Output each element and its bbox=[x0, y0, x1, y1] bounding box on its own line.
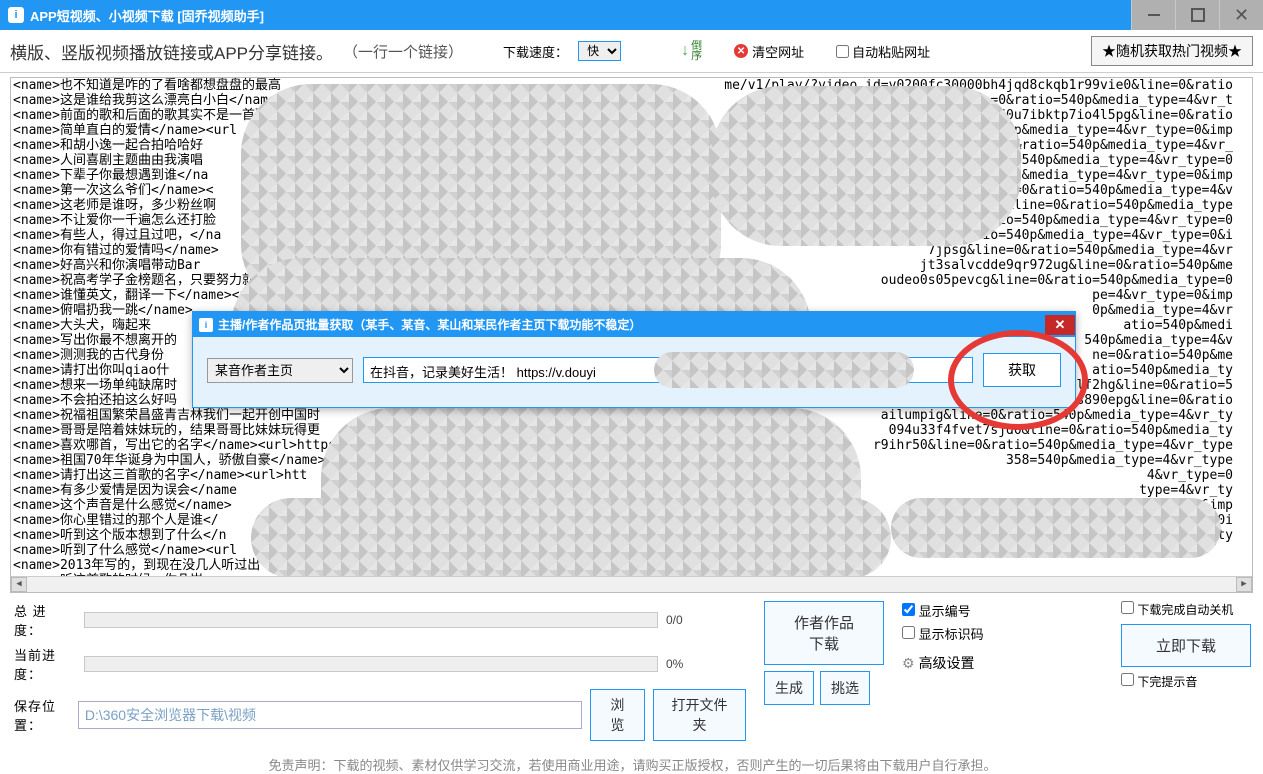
batch-fetch-dialog: i 主播/作者作品页批量获取（某手、某音、某山和某民作者主页下载功能不稳定） ✕… bbox=[192, 311, 1076, 408]
open-folder-button[interactable]: 打开文件夹 bbox=[653, 689, 746, 741]
maximize-button[interactable] bbox=[1175, 0, 1219, 30]
clear-icon: ✕ bbox=[734, 44, 748, 58]
dialog-icon: i bbox=[199, 318, 213, 332]
clear-label: 清空网址 bbox=[752, 42, 804, 61]
horizontal-scrollbar[interactable]: ◀ ▶ bbox=[11, 576, 1252, 592]
author-url-input[interactable]: 在抖音，记录美好生活！ https://v.douyi bbox=[363, 357, 973, 383]
minimize-button[interactable] bbox=[1131, 0, 1175, 30]
sort-button[interactable]: ↓ 倒序 bbox=[681, 41, 702, 61]
current-progress-label: 当前进度： bbox=[14, 645, 76, 683]
random-hot-button[interactable]: ★随机获取热门视频★ bbox=[1091, 36, 1253, 66]
toolbar-hint-sub: （一行一个链接） bbox=[343, 41, 463, 62]
autopaste-checkbox[interactable]: 自动粘贴网址 bbox=[836, 42, 930, 61]
save-path-input[interactable]: D:\360安全浏览器下载\视频 bbox=[78, 701, 582, 729]
total-progress-value: 0/0 bbox=[666, 613, 700, 627]
dialog-title: 主播/作者作品页批量获取（某手、某音、某山和某民作者主页下载功能不稳定） bbox=[218, 316, 641, 333]
speed-label: 下载速度： bbox=[503, 42, 568, 61]
autopaste-input[interactable] bbox=[836, 45, 849, 58]
scroll-left-icon[interactable]: ◀ bbox=[11, 577, 27, 592]
app-icon: i bbox=[8, 7, 24, 23]
total-progress-label: 总 进 度： bbox=[14, 601, 76, 639]
show-number-checkbox[interactable]: 显示编号 bbox=[902, 601, 984, 620]
clear-urls-button[interactable]: ✕ 清空网址 bbox=[734, 42, 804, 61]
gear-icon: ⚙ bbox=[902, 655, 915, 672]
close-button[interactable]: ✕ bbox=[1219, 0, 1263, 30]
sort-label: 倒序 bbox=[691, 41, 702, 61]
save-path-label: 保存位置： bbox=[14, 696, 70, 734]
current-progress-value: 0% bbox=[666, 657, 700, 671]
pick-button[interactable]: 挑选 bbox=[820, 671, 870, 705]
dialog-close-button[interactable]: ✕ bbox=[1045, 315, 1075, 335]
author-download-button[interactable]: 作者作品下载 bbox=[764, 601, 884, 665]
show-code-checkbox[interactable]: 显示标识码 bbox=[902, 624, 984, 643]
generate-button[interactable]: 生成 bbox=[764, 671, 814, 705]
fetch-button[interactable]: 获取 bbox=[983, 353, 1061, 387]
auto-shutdown-checkbox[interactable]: 下载完成自动关机 bbox=[1121, 601, 1251, 618]
arrow-down-icon: ↓ bbox=[681, 42, 689, 60]
scroll-right-icon[interactable]: ▶ bbox=[1236, 577, 1252, 592]
window-title: APP短视频、小视频下载 [固乔视频助手] bbox=[30, 6, 264, 25]
toolbar: 横版、竖版视频播放链接或APP分享链接。 （一行一个链接） 下载速度： 快 ↓ … bbox=[0, 30, 1263, 73]
toolbar-hint: 横版、竖版视频播放链接或APP分享链接。 bbox=[10, 39, 333, 64]
disclaimer-text: 免责声明：下载的视频、素材仅供学习交流，若使用商业用途，请购买正版授权，否则产生… bbox=[14, 755, 1251, 774]
advanced-settings-link[interactable]: ⚙ 高级设置 bbox=[902, 653, 984, 673]
source-select[interactable]: 某音作者主页 bbox=[207, 358, 353, 383]
browse-button[interactable]: 浏览 bbox=[590, 689, 645, 741]
autopaste-label: 自动粘贴网址 bbox=[852, 42, 930, 61]
total-progress-bar bbox=[84, 612, 658, 628]
current-progress-bar bbox=[84, 656, 658, 672]
dialog-titlebar: i 主播/作者作品页批量获取（某手、某音、某山和某民作者主页下载功能不稳定） ✕ bbox=[193, 312, 1075, 337]
download-now-button[interactable]: 立即下载 bbox=[1121, 624, 1251, 667]
titlebar: i APP短视频、小视频下载 [固乔视频助手] ✕ bbox=[0, 0, 1263, 30]
finish-sound-checkbox[interactable]: 下完提示音 bbox=[1121, 673, 1251, 690]
bottom-panel: 总 进 度： 0/0 当前进度： 0% 保存位置： D:\360安全浏览器下载\… bbox=[0, 595, 1263, 774]
speed-select[interactable]: 快 bbox=[578, 41, 621, 61]
